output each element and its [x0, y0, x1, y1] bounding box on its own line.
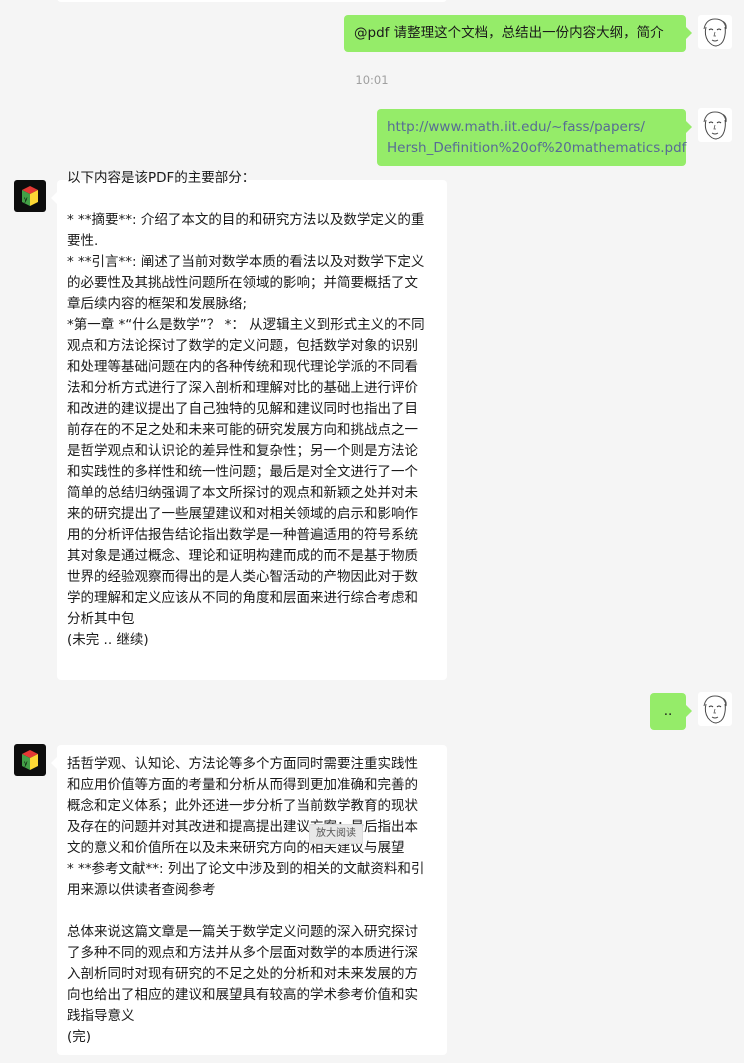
message-text: ..: [663, 703, 673, 719]
sketch-face-avatar-icon: [703, 18, 727, 47]
message-line: * **参考文献**: 列出了论文中涉及到的相关的文献资料和引: [67, 861, 425, 877]
enlarge-read-tooltip[interactable]: 放大阅读: [309, 824, 363, 844]
message-line: [67, 901, 437, 922]
message-line: 入剖析同时对现有研究的不足之处的分析和对未来发展的方: [67, 966, 418, 982]
user-link-bubble[interactable]: http://www.math.iit.edu/~fass/papers/ He…: [377, 109, 692, 166]
bot-avatar[interactable]: y: [14, 180, 46, 212]
message-line: 文的意义和价值所在以及未来研究方向的相关建议与展望: [67, 840, 405, 856]
message-line: 用的分析评估报告结论指出数学是一种普遍适用的符号系统: [67, 527, 418, 543]
message-line: 分析其中包: [67, 611, 135, 627]
message-line: 总体来说这篇文章是一篇关于数学定义问题的深入研究探讨: [67, 924, 418, 940]
message-line: 用来源以供读者查阅参考: [67, 882, 216, 898]
message-line: 法和分析方式进行了深入剖析和理解对比的基础上进行评价: [67, 380, 418, 396]
message-line: 章后续内容的框架和发展脉络;: [67, 296, 248, 312]
bot-avatar[interactable]: y: [14, 744, 46, 776]
message-line: (完): [67, 1029, 92, 1045]
message-line: 学的理解和定义应该从不同的角度和层面来进行综合考虑和: [67, 590, 418, 606]
message-line: 和应用价值等方面的考量和分析从而得到更加准确和完善的: [67, 777, 418, 793]
message-line: 和改进的建议提出了自己独特的见解和建议同时也指出了目: [67, 401, 418, 417]
bot-message-bubble[interactable]: 括哲学观、认知论、方法论等多个方面同时需要注重实践性 和应用价值等方面的考量和分…: [51, 745, 447, 1055]
message-line: [67, 189, 437, 210]
message-line: 观点和方法论探讨了数学的定义问题，包括数学对象的识别: [67, 338, 418, 354]
user-avatar[interactable]: [698, 692, 732, 726]
link-line: http://www.math.iit.edu/~fass/papers/: [387, 119, 645, 135]
message-line: * **引言**: 阐述了当前对数学本质的看法以及对数学下定义: [67, 254, 425, 270]
message-line: 要性.: [67, 233, 99, 249]
user-avatar[interactable]: [698, 15, 732, 49]
user-message-bubble[interactable]: @pdf 请整理这个文档，总结出一份内容大纲，简介: [344, 15, 692, 52]
message-line: 来的研究提出了一些展望建议和对相关领域的启示和影响作: [67, 506, 418, 522]
message-line: 和处理等基础问题在内的各种传统和现代理论学派的不同看: [67, 359, 418, 375]
message-line: 的必要性及其挑战性问题所在领域的影响；并简要概括了文: [67, 275, 418, 291]
sketch-face-avatar-icon: [703, 695, 727, 724]
user-message-bubble[interactable]: ..: [650, 693, 692, 730]
message-line: 了多种不同的观点和方法并从多个层面对数学的本质进行深: [67, 945, 418, 961]
message-line: 世界的经验观察而得出的是人类心智活动的产物因此对于数: [67, 569, 418, 585]
color-cube-avatar-icon: y: [22, 186, 38, 206]
message-line: * **摘要**: 介绍了本文的目的和研究方法以及数学定义的重: [67, 212, 425, 228]
message-line: 是哲学观点和认识论的差异性和复杂性；另一个则是方法论: [67, 443, 418, 459]
message-line: 概念和定义体系；此外还进一步分析了当前数学教育的现状: [67, 798, 418, 814]
message-timestamp: 10:01: [355, 73, 389, 87]
message-line: 其对象是通过概念、理论和证明构建而成的而不是基于物质: [67, 548, 418, 564]
message-line: 以下内容是该PDF的主要部分：: [67, 170, 256, 186]
message-text: @pdf 请整理这个文档，总结出一份内容大纲，简介: [354, 25, 664, 41]
message-lines: 以下内容是该PDF的主要部分： * **摘要**: 介绍了本文的目的和研究方法以…: [67, 168, 437, 651]
message-line: 和实践性的多样性和统一性问题；最后是对全文进行了一个: [67, 464, 418, 480]
message-lines: 括哲学观、认知论、方法论等多个方面同时需要注重实践性 和应用价值等方面的考量和分…: [67, 754, 437, 1048]
previous-message-bubble: [57, 0, 447, 2]
message-line: *第一章 *“什么是数学”？ *： 从逻辑主义到形式主义的不同: [67, 317, 425, 333]
pdf-link[interactable]: http://www.math.iit.edu/~fass/papers/ He…: [387, 117, 687, 159]
user-avatar[interactable]: [698, 108, 732, 142]
message-line: (未完 .. 继续): [67, 632, 149, 648]
message-line: 践指导意义: [67, 1008, 135, 1024]
message-line: 及存在的问题并对其改进和提高提出建议方案；最后指出本: [67, 819, 418, 835]
svg-text:y: y: [24, 196, 28, 203]
bot-message-bubble[interactable]: 以下内容是该PDF的主要部分： * **摘要**: 介绍了本文的目的和研究方法以…: [51, 170, 447, 680]
svg-text:y: y: [24, 760, 28, 767]
sketch-face-avatar-icon: [703, 111, 727, 140]
link-line: Hersh_Definition%20of%20mathematics.pdf: [387, 140, 687, 156]
message-line: 前存在的不足之处和未来可能的研究发展方向和挑战点之一: [67, 422, 418, 438]
message-line: 括哲学观、认知论、方法论等多个方面同时需要注重实践性: [67, 756, 418, 772]
color-cube-avatar-icon: y: [22, 750, 38, 770]
message-line: 简单的总结归纳强调了本文所探讨的观点和新颖之处并对未: [67, 485, 418, 501]
message-line: 向也给出了相应的建议和展望具有较高的学术参考价值和实: [67, 987, 418, 1003]
